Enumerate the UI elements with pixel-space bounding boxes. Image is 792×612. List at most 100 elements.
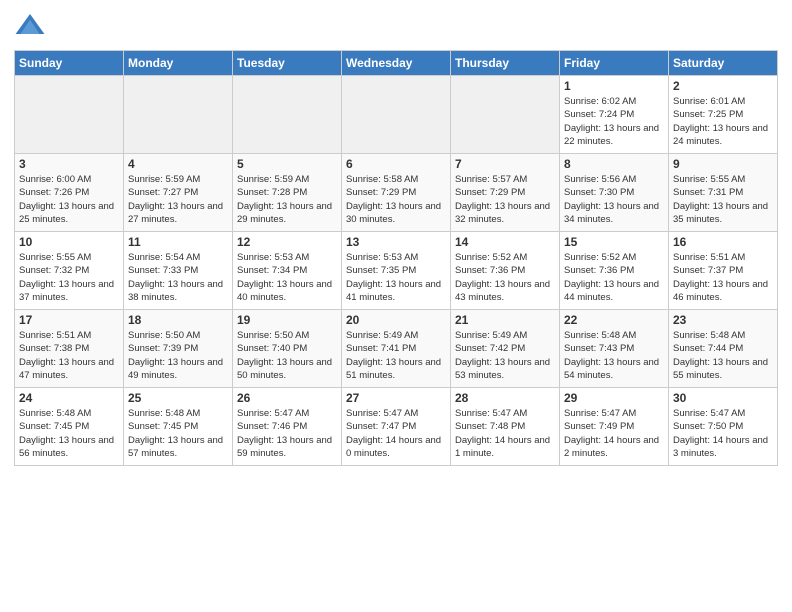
calendar-cell: 14 Sunrise: 5:52 AM Sunset: 7:36 PM Dayli… xyxy=(451,232,560,310)
calendar-cell: 28 Sunrise: 5:47 AM Sunset: 7:48 PM Dayli… xyxy=(451,388,560,466)
day-header-saturday: Saturday xyxy=(669,51,778,76)
day-info: Sunrise: 5:56 AM Sunset: 7:30 PM Dayligh… xyxy=(564,173,664,226)
day-info: Sunrise: 6:01 AM Sunset: 7:25 PM Dayligh… xyxy=(673,95,773,148)
day-info: Sunrise: 5:57 AM Sunset: 7:29 PM Dayligh… xyxy=(455,173,555,226)
day-info: Sunrise: 6:02 AM Sunset: 7:24 PM Dayligh… xyxy=(564,95,664,148)
day-number: 26 xyxy=(237,391,337,405)
day-number: 2 xyxy=(673,79,773,93)
day-number: 4 xyxy=(128,157,228,171)
day-number: 1 xyxy=(564,79,664,93)
day-number: 14 xyxy=(455,235,555,249)
calendar-cell xyxy=(342,76,451,154)
day-info: Sunrise: 5:59 AM Sunset: 7:27 PM Dayligh… xyxy=(128,173,228,226)
calendar-cell: 23 Sunrise: 5:48 AM Sunset: 7:44 PM Dayli… xyxy=(669,310,778,388)
calendar-cell: 30 Sunrise: 5:47 AM Sunset: 7:50 PM Dayli… xyxy=(669,388,778,466)
day-number: 30 xyxy=(673,391,773,405)
day-number: 23 xyxy=(673,313,773,327)
calendar-cell: 8 Sunrise: 5:56 AM Sunset: 7:30 PM Daylig… xyxy=(560,154,669,232)
day-number: 28 xyxy=(455,391,555,405)
calendar-cell: 3 Sunrise: 6:00 AM Sunset: 7:26 PM Daylig… xyxy=(15,154,124,232)
day-header-friday: Friday xyxy=(560,51,669,76)
day-number: 24 xyxy=(19,391,119,405)
day-info: Sunrise: 5:53 AM Sunset: 7:34 PM Dayligh… xyxy=(237,251,337,304)
day-info: Sunrise: 5:47 AM Sunset: 7:48 PM Dayligh… xyxy=(455,407,555,460)
calendar-cell: 6Sunrise: 5:58 AM Sunset: 7:29 PM Daylig… xyxy=(342,154,451,232)
calendar-header-row: SundayMondayTuesdayWednesdayThursdayFrid… xyxy=(15,51,778,76)
calendar-cell: 5Sunrise: 5:59 AM Sunset: 7:28 PM Daylig… xyxy=(233,154,342,232)
day-info: Sunrise: 5:51 AM Sunset: 7:37 PM Dayligh… xyxy=(673,251,773,304)
calendar-cell: 29 Sunrise: 5:47 AM Sunset: 7:49 PM Dayli… xyxy=(560,388,669,466)
calendar: SundayMondayTuesdayWednesdayThursdayFrid… xyxy=(14,50,778,466)
day-number: 13 xyxy=(346,235,446,249)
day-header-sunday: Sunday xyxy=(15,51,124,76)
day-info: Sunrise: 5:52 AM Sunset: 7:36 PM Dayligh… xyxy=(455,251,555,304)
calendar-cell: 27Sunrise: 5:47 AM Sunset: 7:47 PM Dayli… xyxy=(342,388,451,466)
day-info: Sunrise: 5:50 AM Sunset: 7:40 PM Dayligh… xyxy=(237,329,337,382)
day-info: Sunrise: 5:58 AM Sunset: 7:29 PM Dayligh… xyxy=(346,173,446,226)
day-number: 3 xyxy=(19,157,119,171)
calendar-cell: 11 Sunrise: 5:54 AM Sunset: 7:33 PM Dayli… xyxy=(124,232,233,310)
day-number: 7 xyxy=(455,157,555,171)
calendar-cell: 19Sunrise: 5:50 AM Sunset: 7:40 PM Dayli… xyxy=(233,310,342,388)
day-header-wednesday: Wednesday xyxy=(342,51,451,76)
calendar-cell: 25 Sunrise: 5:48 AM Sunset: 7:45 PM Dayli… xyxy=(124,388,233,466)
day-info: Sunrise: 5:54 AM Sunset: 7:33 PM Dayligh… xyxy=(128,251,228,304)
calendar-cell: 4 Sunrise: 5:59 AM Sunset: 7:27 PM Daylig… xyxy=(124,154,233,232)
logo-icon xyxy=(14,10,46,42)
day-info: Sunrise: 5:47 AM Sunset: 7:49 PM Dayligh… xyxy=(564,407,664,460)
calendar-cell: 12 Sunrise: 5:53 AM Sunset: 7:34 PM Dayli… xyxy=(233,232,342,310)
day-info: Sunrise: 6:00 AM Sunset: 7:26 PM Dayligh… xyxy=(19,173,119,226)
day-info: Sunrise: 5:59 AM Sunset: 7:28 PM Dayligh… xyxy=(237,173,337,226)
day-number: 10 xyxy=(19,235,119,249)
calendar-cell: 16 Sunrise: 5:51 AM Sunset: 7:37 PM Dayli… xyxy=(669,232,778,310)
day-info: Sunrise: 5:49 AM Sunset: 7:41 PM Dayligh… xyxy=(346,329,446,382)
day-header-tuesday: Tuesday xyxy=(233,51,342,76)
calendar-cell: 9 Sunrise: 5:55 AM Sunset: 7:31 PM Daylig… xyxy=(669,154,778,232)
day-number: 22 xyxy=(564,313,664,327)
day-number: 8 xyxy=(564,157,664,171)
day-number: 20 xyxy=(346,313,446,327)
day-info: Sunrise: 5:51 AM Sunset: 7:38 PM Dayligh… xyxy=(19,329,119,382)
logo xyxy=(14,10,50,42)
calendar-cell: 10 Sunrise: 5:55 AM Sunset: 7:32 PM Dayli… xyxy=(15,232,124,310)
calendar-cell: 15 Sunrise: 5:52 AM Sunset: 7:36 PM Dayli… xyxy=(560,232,669,310)
calendar-cell xyxy=(233,76,342,154)
day-info: Sunrise: 5:48 AM Sunset: 7:43 PM Dayligh… xyxy=(564,329,664,382)
calendar-cell xyxy=(124,76,233,154)
calendar-week-5: 24 Sunrise: 5:48 AM Sunset: 7:45 PM Dayli… xyxy=(15,388,778,466)
page: SundayMondayTuesdayWednesdayThursdayFrid… xyxy=(0,0,792,476)
day-number: 25 xyxy=(128,391,228,405)
day-number: 11 xyxy=(128,235,228,249)
header xyxy=(14,10,778,42)
calendar-cell xyxy=(451,76,560,154)
calendar-cell: 18Sunrise: 5:50 AM Sunset: 7:39 PM Dayli… xyxy=(124,310,233,388)
day-number: 21 xyxy=(455,313,555,327)
day-info: Sunrise: 5:55 AM Sunset: 7:31 PM Dayligh… xyxy=(673,173,773,226)
calendar-cell xyxy=(15,76,124,154)
day-info: Sunrise: 5:48 AM Sunset: 7:44 PM Dayligh… xyxy=(673,329,773,382)
day-number: 17 xyxy=(19,313,119,327)
day-header-monday: Monday xyxy=(124,51,233,76)
day-number: 12 xyxy=(237,235,337,249)
calendar-week-2: 3 Sunrise: 6:00 AM Sunset: 7:26 PM Daylig… xyxy=(15,154,778,232)
day-info: Sunrise: 5:47 AM Sunset: 7:47 PM Dayligh… xyxy=(346,407,446,460)
calendar-cell: 13Sunrise: 5:53 AM Sunset: 7:35 PM Dayli… xyxy=(342,232,451,310)
day-info: Sunrise: 5:55 AM Sunset: 7:32 PM Dayligh… xyxy=(19,251,119,304)
day-info: Sunrise: 5:49 AM Sunset: 7:42 PM Dayligh… xyxy=(455,329,555,382)
day-info: Sunrise: 5:47 AM Sunset: 7:50 PM Dayligh… xyxy=(673,407,773,460)
calendar-cell: 2 Sunrise: 6:01 AM Sunset: 7:25 PM Daylig… xyxy=(669,76,778,154)
calendar-cell: 21 Sunrise: 5:49 AM Sunset: 7:42 PM Dayli… xyxy=(451,310,560,388)
day-number: 15 xyxy=(564,235,664,249)
calendar-cell: 17 Sunrise: 5:51 AM Sunset: 7:38 PM Dayli… xyxy=(15,310,124,388)
day-info: Sunrise: 5:48 AM Sunset: 7:45 PM Dayligh… xyxy=(128,407,228,460)
day-info: Sunrise: 5:50 AM Sunset: 7:39 PM Dayligh… xyxy=(128,329,228,382)
calendar-cell: 22 Sunrise: 5:48 AM Sunset: 7:43 PM Dayli… xyxy=(560,310,669,388)
day-header-thursday: Thursday xyxy=(451,51,560,76)
calendar-week-4: 17 Sunrise: 5:51 AM Sunset: 7:38 PM Dayli… xyxy=(15,310,778,388)
day-number: 29 xyxy=(564,391,664,405)
day-info: Sunrise: 5:47 AM Sunset: 7:46 PM Dayligh… xyxy=(237,407,337,460)
day-info: Sunrise: 5:52 AM Sunset: 7:36 PM Dayligh… xyxy=(564,251,664,304)
day-number: 9 xyxy=(673,157,773,171)
day-number: 16 xyxy=(673,235,773,249)
calendar-week-3: 10 Sunrise: 5:55 AM Sunset: 7:32 PM Dayli… xyxy=(15,232,778,310)
